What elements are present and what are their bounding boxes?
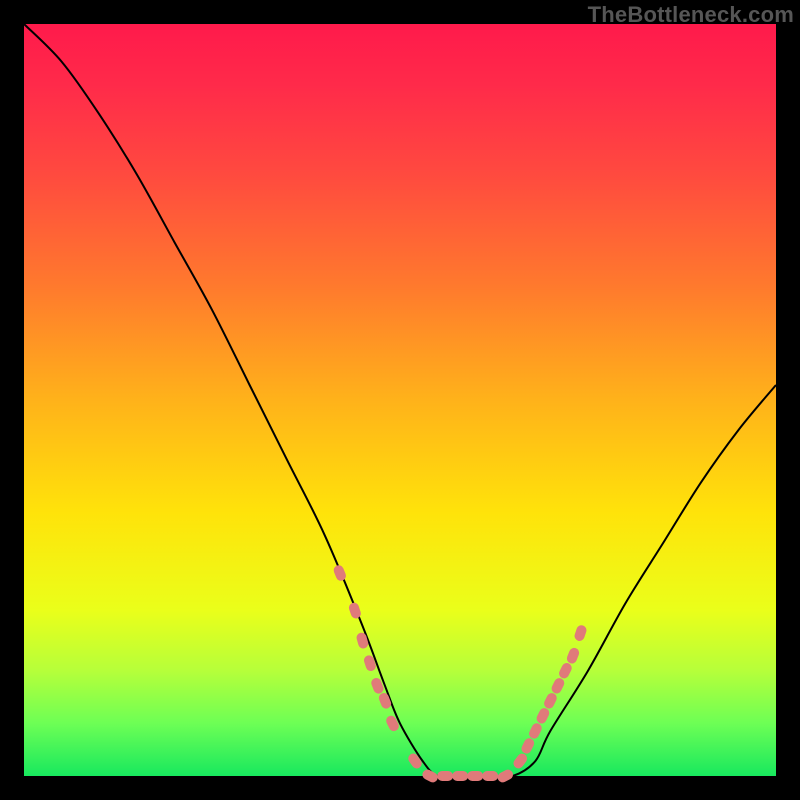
marker-dot	[377, 692, 392, 711]
curve-layer	[24, 24, 776, 776]
bottleneck-curve	[24, 24, 776, 777]
marker-dot	[384, 714, 400, 733]
marker-dot	[573, 624, 588, 642]
marker-dot	[542, 691, 558, 710]
marker-dot	[437, 771, 453, 781]
marker-dot	[527, 722, 543, 741]
marker-dot	[452, 771, 468, 781]
marker-dot	[557, 661, 573, 680]
watermark-text: TheBottleneck.com	[588, 2, 794, 28]
plot-area	[24, 24, 776, 776]
chart-frame: TheBottleneck.com	[0, 0, 800, 800]
marker-dot	[550, 676, 566, 695]
marker-dot	[467, 771, 483, 781]
marker-dot	[496, 768, 515, 784]
marker-dot	[355, 632, 369, 650]
marker-dot	[535, 706, 551, 725]
marker-dot	[511, 752, 529, 771]
transition-markers	[332, 564, 588, 784]
marker-dot	[332, 564, 347, 583]
marker-dot	[520, 737, 536, 756]
marker-dot	[406, 752, 423, 771]
marker-dot	[565, 646, 580, 665]
marker-dot	[482, 771, 498, 781]
